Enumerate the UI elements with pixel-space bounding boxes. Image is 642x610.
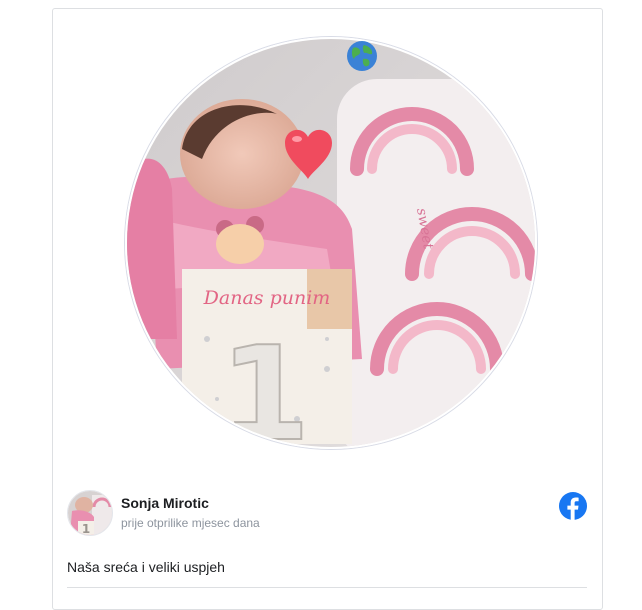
svg-text:1: 1 <box>82 522 90 535</box>
avatar[interactable]: 1 <box>67 490 113 536</box>
post-header: 1 Sonja Mirotic prije otprilike mjesec d… <box>67 490 587 538</box>
post-timestamp[interactable]: prije otprilike mjesec dana <box>121 516 260 530</box>
post-photo[interactable]: sweet Danas punim 1 <box>125 37 537 449</box>
divider <box>67 587 587 588</box>
post-photo-image: sweet Danas punim 1 <box>127 39 535 447</box>
facebook-post-card: sweet Danas punim 1 1 Sonja Mirotic prij… <box>52 8 603 610</box>
globe-icon <box>347 41 377 71</box>
photo-caption-text: Danas punim <box>203 287 331 309</box>
post-text: Naša sreća i veliki uspjeh <box>67 559 225 575</box>
photo-number-text: 1 <box>220 318 310 447</box>
author-name[interactable]: Sonja Mirotic <box>121 495 209 511</box>
avatar-image: 1 <box>68 491 112 535</box>
facebook-logo-icon[interactable] <box>559 492 587 520</box>
